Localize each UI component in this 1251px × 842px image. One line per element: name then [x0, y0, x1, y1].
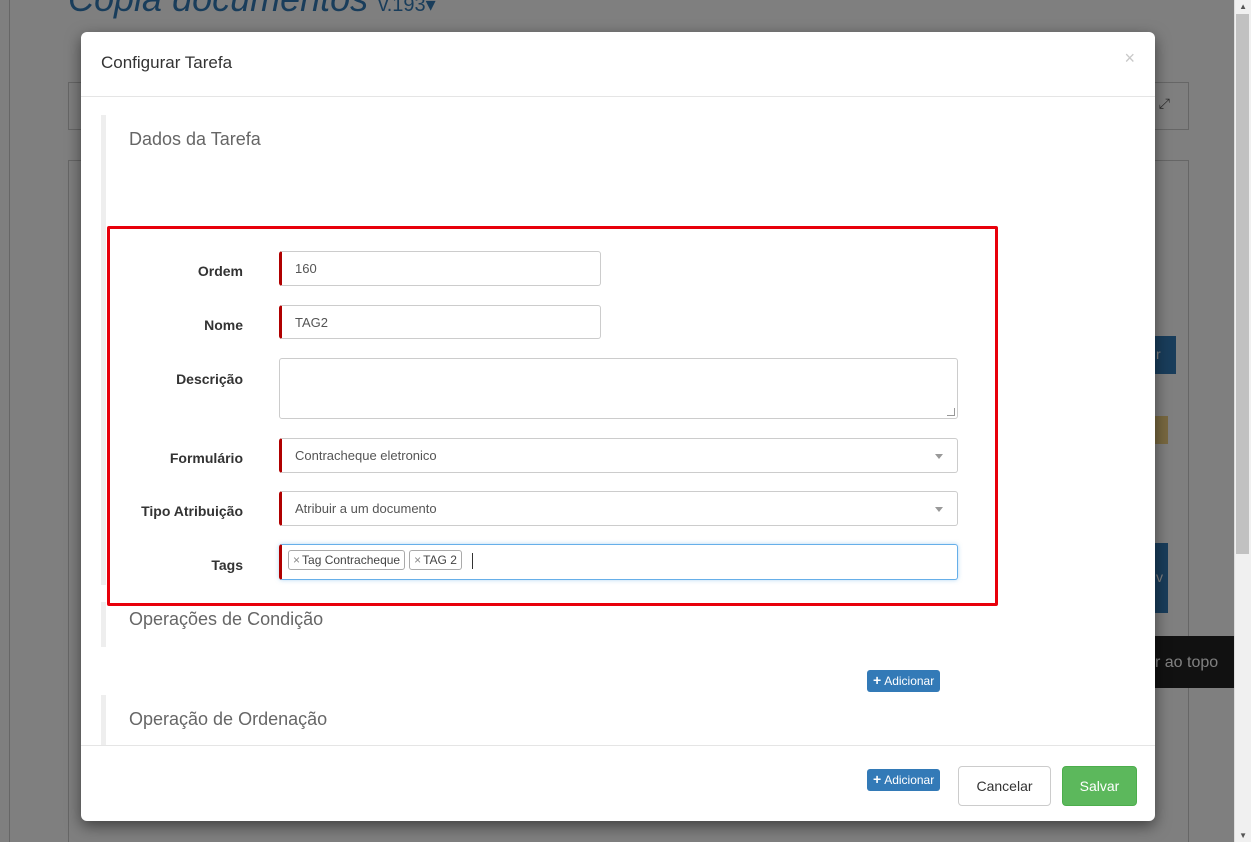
caret-down-icon	[935, 454, 943, 459]
descricao-label: Descrição	[176, 371, 243, 387]
plus-icon: +	[873, 672, 882, 688]
nome-input[interactable]: TAG2	[279, 305, 601, 339]
close-icon[interactable]: ×	[1124, 48, 1135, 69]
page-scrollbar[interactable]: ▲ ▼	[1234, 0, 1251, 842]
formulario-label: Formulário	[169, 450, 243, 466]
modal-body: Dados da Tarefa Ordem 160 Nome TAG2 Desc…	[81, 97, 1155, 791]
modal-header: Configurar Tarefa ×	[81, 32, 1155, 97]
remove-tag-icon[interactable]: ×	[414, 553, 421, 567]
scroll-down-icon[interactable]: ▼	[1239, 831, 1247, 840]
tag-chip: × TAG 2	[409, 550, 462, 570]
tipo-atribuicao-select[interactable]: Atribuir a um documento	[279, 491, 958, 526]
ordem-label: Ordem	[197, 263, 243, 279]
ordem-input[interactable]: 160	[279, 251, 601, 286]
cancel-button[interactable]: Cancelar	[958, 766, 1051, 806]
section-title-conditions: Operações de Condição	[129, 609, 324, 629]
descricao-textarea[interactable]	[279, 358, 958, 419]
tags-label: Tags	[211, 557, 243, 573]
configure-task-modal: Configurar Tarefa × Dados da Tarefa Orde…	[81, 32, 1155, 821]
add-condition-button[interactable]: + Adicionar	[867, 670, 941, 692]
tags-input[interactable]: × Tag Contracheque × TAG 2	[279, 544, 958, 580]
section-title-task-data: Dados da Tarefa	[129, 129, 261, 149]
formulario-value: Contracheque eletronico	[295, 448, 437, 463]
modal-footer: Cancelar Salvar	[81, 745, 1155, 821]
section-conditions: Operações de Condição	[101, 602, 323, 647]
resize-grip-icon[interactable]	[947, 408, 955, 416]
text-cursor	[471, 552, 473, 569]
tag-chip: × Tag Contracheque	[288, 550, 406, 570]
tipo-atribuicao-value: Atribuir a um documento	[295, 501, 437, 516]
scroll-up-icon[interactable]: ▲	[1239, 2, 1247, 11]
caret-down-icon	[935, 507, 943, 512]
tipo-atribuicao-label: Tipo Atribuição	[141, 503, 243, 519]
save-button[interactable]: Salvar	[1062, 766, 1137, 806]
remove-tag-icon[interactable]: ×	[293, 553, 300, 567]
nome-label: Nome	[204, 317, 243, 333]
formulario-select[interactable]: Contracheque eletronico	[279, 438, 958, 473]
scrollbar-thumb[interactable]	[1236, 14, 1249, 554]
section-title-ordering: Operação de Ordenação	[129, 709, 328, 729]
section-ordering: Operação de Ordenação	[101, 695, 327, 745]
modal-title: Configurar Tarefa	[101, 53, 233, 72]
